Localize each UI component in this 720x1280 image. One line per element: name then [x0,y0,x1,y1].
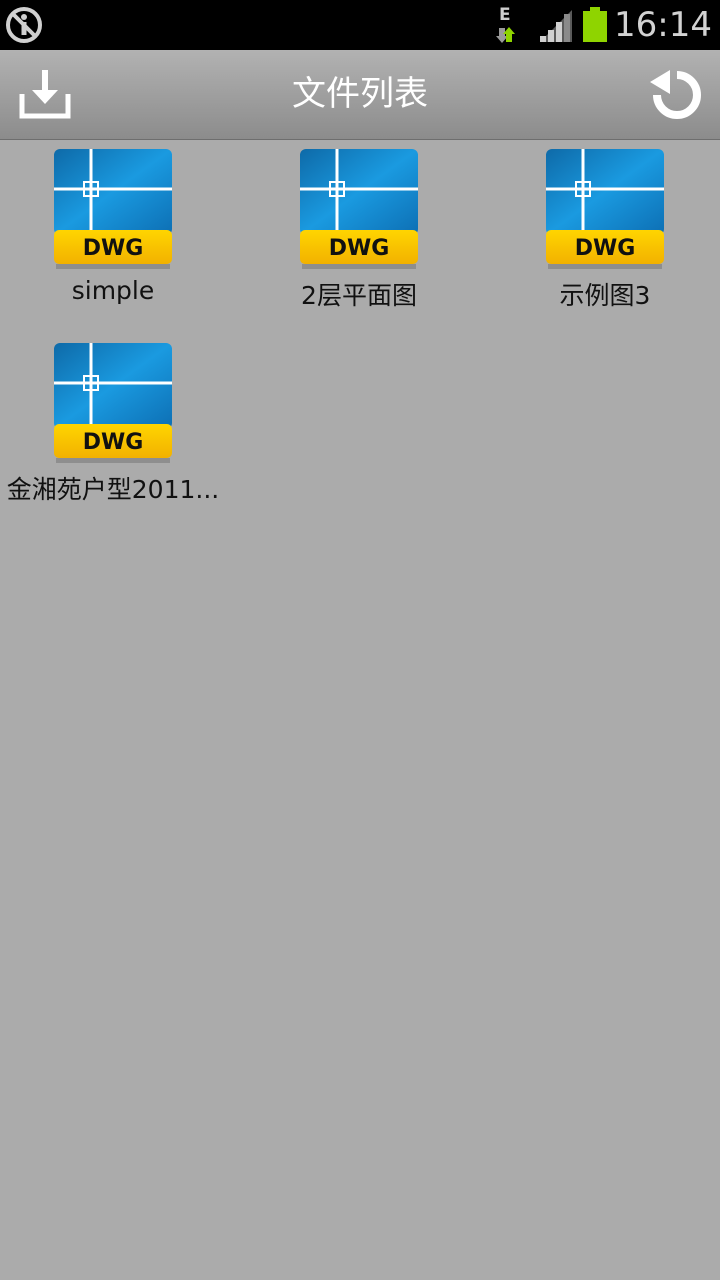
file-item[interactable]: DWG 金湘苑户型2011... [0,334,226,514]
svg-text:DWG: DWG [83,236,144,261]
transfer-arrows-icon [496,27,515,43]
file-name: 金湘苑户型2011... [6,475,220,504]
file-item[interactable]: DWG 示例图3 [492,140,718,320]
page-title: 文件列表 [292,74,428,114]
settings-info-icon [6,7,42,43]
refresh-icon[interactable] [648,66,706,124]
data-transfer-icon: E [494,6,520,46]
file-name: simple [71,276,155,305]
status-bar: E 16:14 [0,0,720,50]
app-toolbar: 文件列表 [0,50,720,140]
network-type-label: E [499,5,511,25]
file-type-badge: DWG [575,236,636,261]
svg-text:DWG: DWG [575,236,636,261]
file-name: 2层平面图 [301,281,417,310]
file-type-badge: DWG [83,430,144,455]
file-item[interactable]: DWG 2层平面图 [246,140,472,320]
signal-icon [540,10,572,42]
file-type-badge: DWG [83,236,144,261]
svg-text:DWG: DWG [329,236,390,261]
file-type-badge: DWG [329,236,390,261]
file-item[interactable]: DWG simple [0,140,226,320]
battery-icon [583,7,607,42]
file-name: 示例图3 [559,281,651,310]
status-time: 16:14 [614,5,712,45]
svg-text:DWG: DWG [83,430,144,455]
